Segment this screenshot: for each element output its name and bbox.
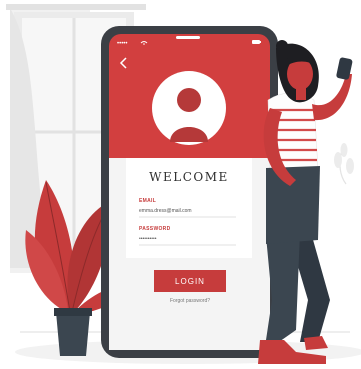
email-field[interactable]: emma.dress@mail.com: [139, 208, 236, 214]
user-avatar-icon: [152, 71, 226, 145]
signal-indicator: •••••: [117, 41, 128, 47]
forgot-password-link[interactable]: Forgot password?: [150, 298, 230, 304]
right-plant-illustration: [334, 143, 354, 185]
password-field[interactable]: ••••••••••: [139, 236, 236, 242]
illustration-scene: •••••: [6, 4, 361, 364]
login-button[interactable]: LOGIN: [154, 270, 226, 292]
battery-icon: [252, 40, 261, 44]
welcome-heading: WELCOME: [149, 170, 229, 184]
email-label: EMAIL: [139, 198, 157, 204]
password-label: PASSWORD: [139, 226, 171, 232]
